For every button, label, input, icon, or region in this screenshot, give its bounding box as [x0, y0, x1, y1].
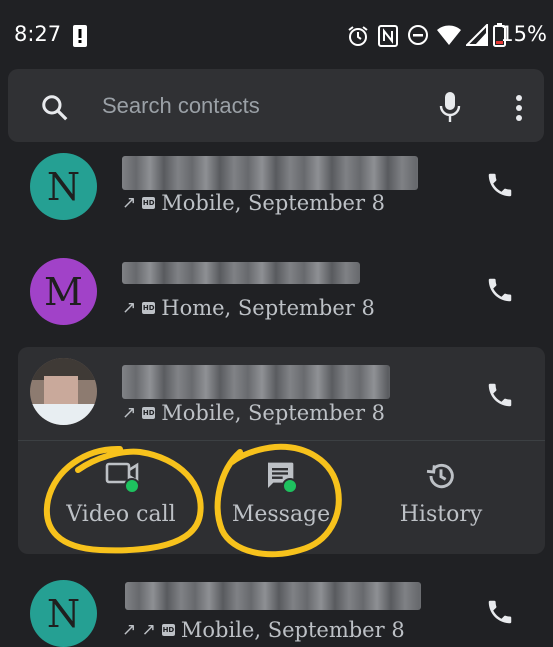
highlight-annotations	[43, 443, 342, 558]
video-call-highlight	[43, 445, 204, 554]
message-highlight	[214, 443, 342, 558]
